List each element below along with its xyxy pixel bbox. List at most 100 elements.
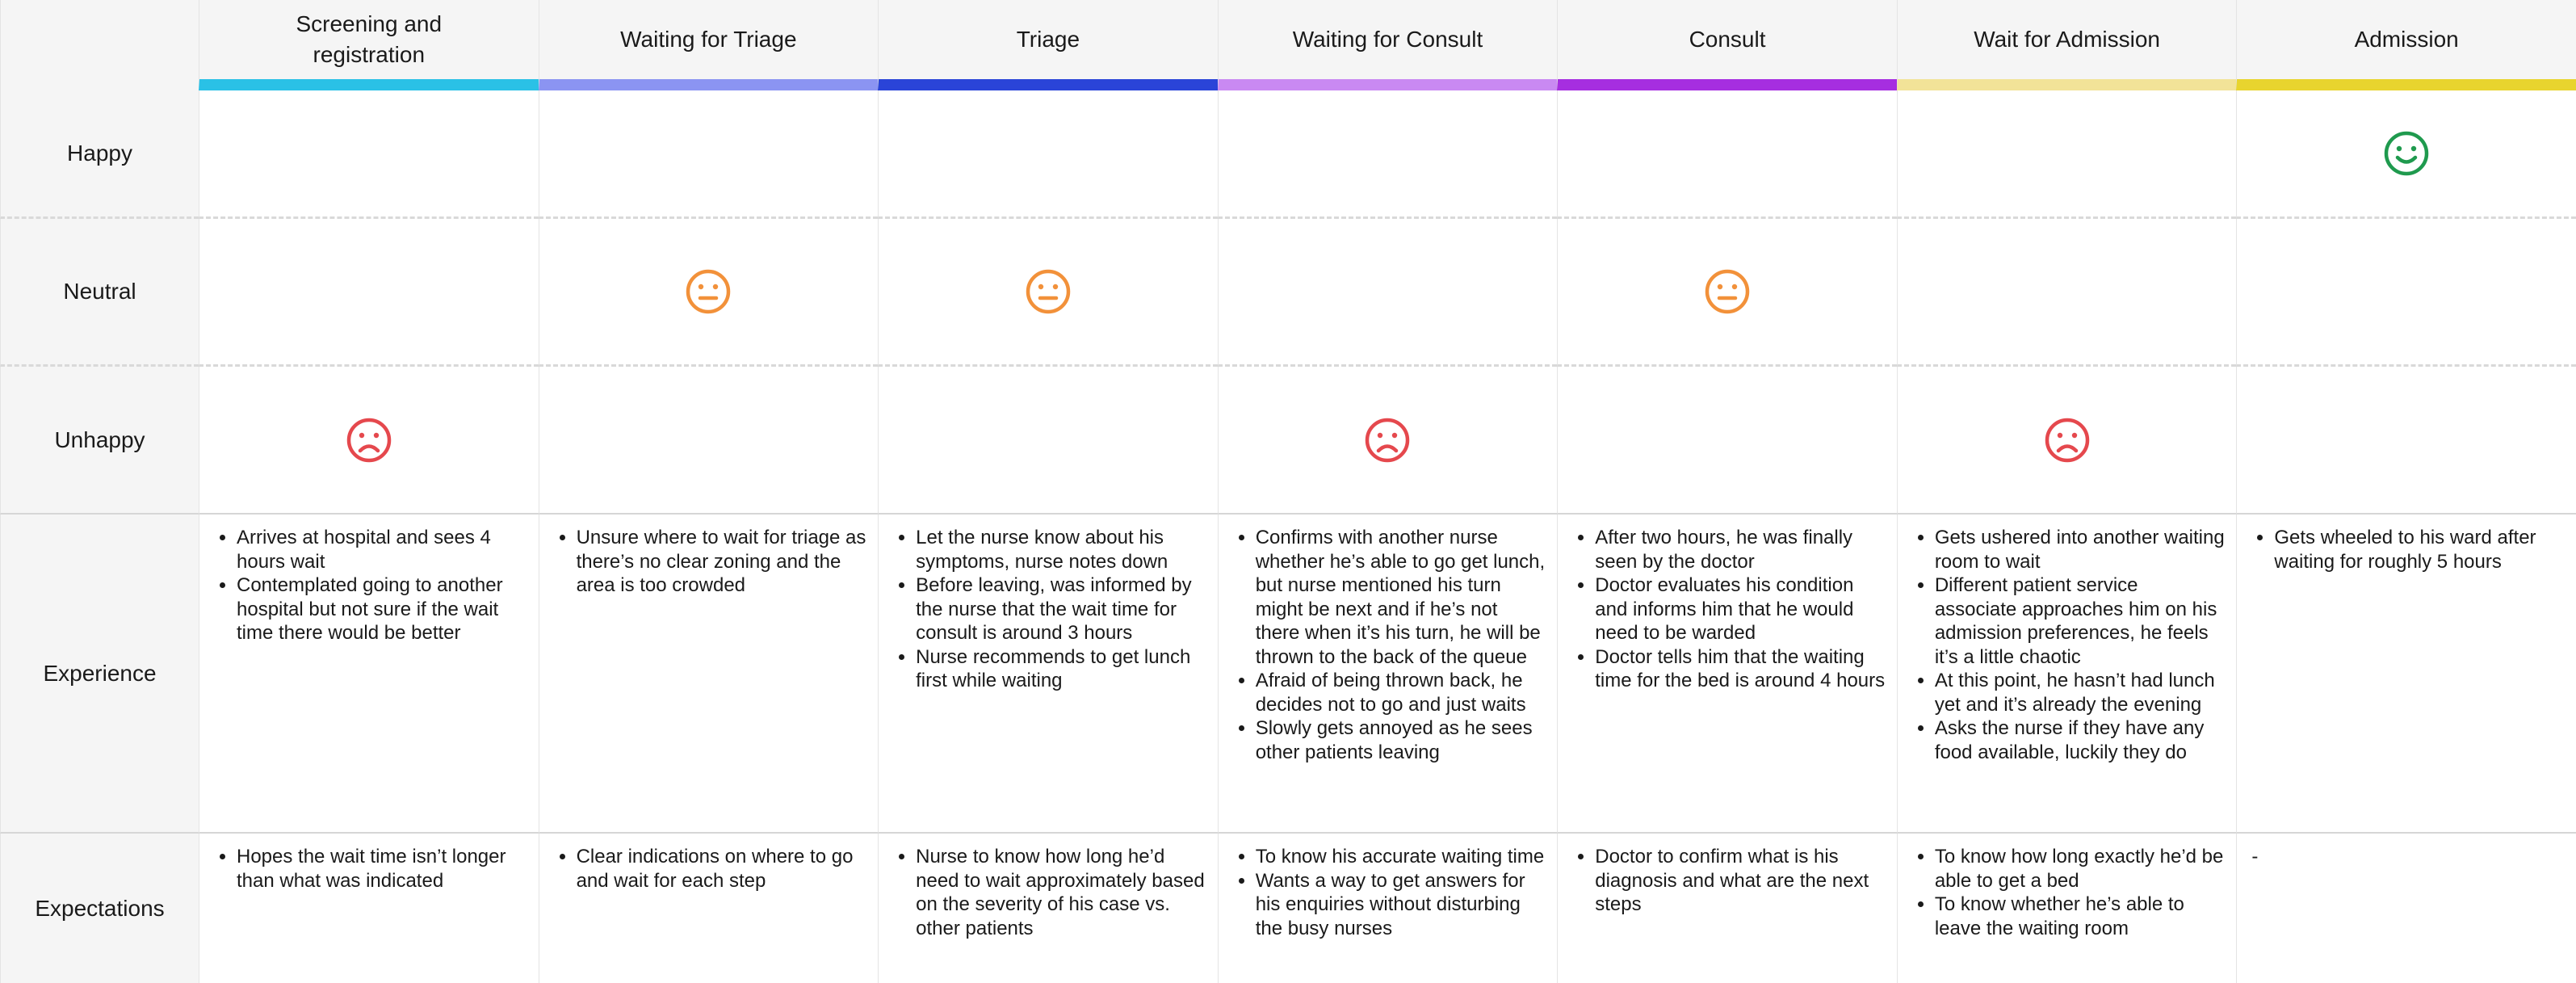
emotion-cell — [1896, 367, 2237, 515]
emotion-cell — [1557, 90, 1897, 219]
experience-list: Unsure where to wait for triage as there… — [551, 526, 867, 598]
emotion-cell — [1217, 219, 1558, 367]
list-item: To know his accurate waiting time — [1256, 845, 1546, 869]
list-item: To know whether he’s able to leave the w… — [1935, 893, 2226, 940]
emotion-cell — [1557, 219, 1897, 367]
row-label-happy: Happy — [0, 90, 199, 219]
emotion-cell — [1217, 90, 1558, 219]
list-item: After two hours, he was finally seen by … — [1595, 526, 1886, 573]
emotion-cell — [878, 90, 1218, 219]
emotion-cell — [199, 219, 539, 367]
expectations-list: To know his accurate waiting timeWants a… — [1230, 845, 1546, 940]
experience-cell: Confirms with another nurse whether he’s… — [1217, 515, 1558, 834]
expectations-list: Hopes the wait time isn’t longer than wh… — [211, 845, 527, 893]
frowning-face-icon — [1366, 418, 1410, 462]
stage-title: Admission — [2354, 27, 2459, 52]
stage-title: Waiting for Triage — [620, 27, 797, 52]
list-item: To know how long exactly he’d be able to… — [1935, 845, 2226, 893]
stage-title: Consult — [1689, 27, 1766, 52]
list-item: Nurse to know how long he’d need to wait… — [916, 845, 1206, 940]
list-item: Contemplated going to another hospital b… — [237, 573, 527, 645]
smiling-face-icon — [2384, 131, 2429, 176]
expectations-cell: Doctor to confirm what is his diagnosis … — [1557, 834, 1897, 983]
emotion-cell — [1557, 367, 1897, 515]
expectations-list: Clear indications on where to go and wai… — [551, 845, 867, 893]
experience-list: Let the nurse know about his symptoms, n… — [890, 526, 1206, 693]
expectations-empty: - — [2251, 846, 2259, 867]
row-label-expectations: Expectations — [0, 834, 199, 983]
emotion-cell — [1896, 90, 2237, 219]
expectations-list: Doctor to confirm what is his diagnosis … — [1569, 845, 1886, 917]
expectations-cell: To know his accurate waiting timeWants a… — [1217, 834, 1558, 983]
emotion-cell — [878, 219, 1218, 367]
row-label-experience: Experience — [0, 515, 199, 834]
emotion-cell — [2236, 219, 2576, 367]
expectations-cell: - — [2236, 834, 2576, 983]
list-item: Different patient service associate appr… — [1935, 573, 2226, 669]
frowning-face-icon — [2045, 418, 2089, 462]
stage-header-admission: Admission — [2236, 0, 2576, 90]
list-item: Gets wheeled to his ward after waiting f… — [2274, 526, 2565, 573]
stage-title: Triage — [1016, 27, 1080, 52]
list-item: Arrives at hospital and sees 4 hours wai… — [237, 526, 527, 573]
experience-cell: After two hours, he was finally seen by … — [1557, 515, 1897, 834]
list-item: Doctor tells him that the waiting time f… — [1595, 645, 1886, 693]
stage-header-waiting-for-consult: Waiting for Consult — [1217, 0, 1558, 90]
list-item: Gets ushered into another waiting room t… — [1935, 526, 2226, 573]
emotion-cell — [1217, 367, 1558, 515]
neutral-face-icon — [1705, 269, 1750, 314]
list-item: Asks the nurse if they have any food ava… — [1935, 716, 2226, 764]
emotion-cell — [538, 90, 879, 219]
emotion-cell — [538, 367, 879, 515]
expectations-cell: To know how long exactly he’d be able to… — [1896, 834, 2237, 983]
row-label-neutral: Neutral — [0, 219, 199, 367]
emotion-cell — [538, 219, 879, 367]
list-item: Wants a way to get answers for his enqui… — [1256, 869, 1546, 941]
experience-cell: Gets ushered into another waiting room t… — [1896, 515, 2237, 834]
stage-header-consult: Consult — [1557, 0, 1897, 90]
list-item: Before leaving, was informed by the nurs… — [916, 573, 1206, 645]
emotion-cell — [2236, 90, 2576, 219]
experience-list: Confirms with another nurse whether he’s… — [1230, 526, 1546, 764]
list-item: Afraid of being thrown back, he decides … — [1256, 669, 1546, 716]
emotion-cell — [1896, 219, 2237, 367]
expectations-cell: Hopes the wait time isn’t longer than wh… — [199, 834, 539, 983]
corner-cell — [0, 0, 199, 90]
list-item: Doctor evaluates his condition and infor… — [1595, 573, 1886, 645]
expectations-cell: Clear indications on where to go and wai… — [538, 834, 879, 983]
list-item: Confirms with another nurse whether he’s… — [1256, 526, 1546, 669]
stage-header-waiting-for-triage: Waiting for Triage — [538, 0, 879, 90]
list-item: Unsure where to wait for triage as there… — [577, 526, 867, 598]
journey-map: Screening and registration Waiting for T… — [0, 0, 2576, 983]
frowning-face-icon — [346, 418, 392, 462]
list-item: Slowly gets annoyed as he sees other pat… — [1256, 716, 1546, 764]
emotion-cell — [199, 367, 539, 515]
neutral-face-icon — [686, 269, 731, 314]
neutral-face-icon — [1026, 269, 1071, 314]
list-item: Hopes the wait time isn’t longer than wh… — [237, 845, 527, 893]
list-item: Doctor to confirm what is his diagnosis … — [1595, 845, 1886, 917]
list-item: Clear indications on where to go and wai… — [577, 845, 867, 893]
emotion-cell — [2236, 367, 2576, 515]
experience-list: After two hours, he was finally seen by … — [1569, 526, 1886, 693]
experience-list: Gets ushered into another waiting room t… — [1909, 526, 2226, 764]
stage-header-wait-for-admission: Wait for Admission — [1896, 0, 2237, 90]
emotion-cell — [878, 367, 1218, 515]
stage-title: Screening and registration — [296, 11, 443, 67]
expectations-list: Nurse to know how long he’d need to wait… — [890, 845, 1206, 940]
expectations-cell: Nurse to know how long he’d need to wait… — [878, 834, 1218, 983]
experience-cell: Arrives at hospital and sees 4 hours wai… — [199, 515, 539, 834]
experience-cell: Let the nurse know about his symptoms, n… — [878, 515, 1218, 834]
stage-title: Waiting for Consult — [1292, 27, 1483, 52]
experience-list: Arrives at hospital and sees 4 hours wai… — [211, 526, 527, 645]
list-item: Nurse recommends to get lunch first whil… — [916, 645, 1206, 693]
stage-header-screening: Screening and registration — [199, 0, 539, 90]
experience-cell: Gets wheeled to his ward after waiting f… — [2236, 515, 2576, 834]
list-item: Let the nurse know about his symptoms, n… — [916, 526, 1206, 573]
list-item: At this point, he hasn’t had lunch yet a… — [1935, 669, 2226, 716]
experience-cell: Unsure where to wait for triage as there… — [538, 515, 879, 834]
row-label-unhappy: Unhappy — [0, 367, 199, 515]
stage-title: Wait for Admission — [1974, 27, 2160, 52]
expectations-list: To know how long exactly he’d be able to… — [1909, 845, 2226, 940]
stage-header-triage: Triage — [878, 0, 1218, 90]
